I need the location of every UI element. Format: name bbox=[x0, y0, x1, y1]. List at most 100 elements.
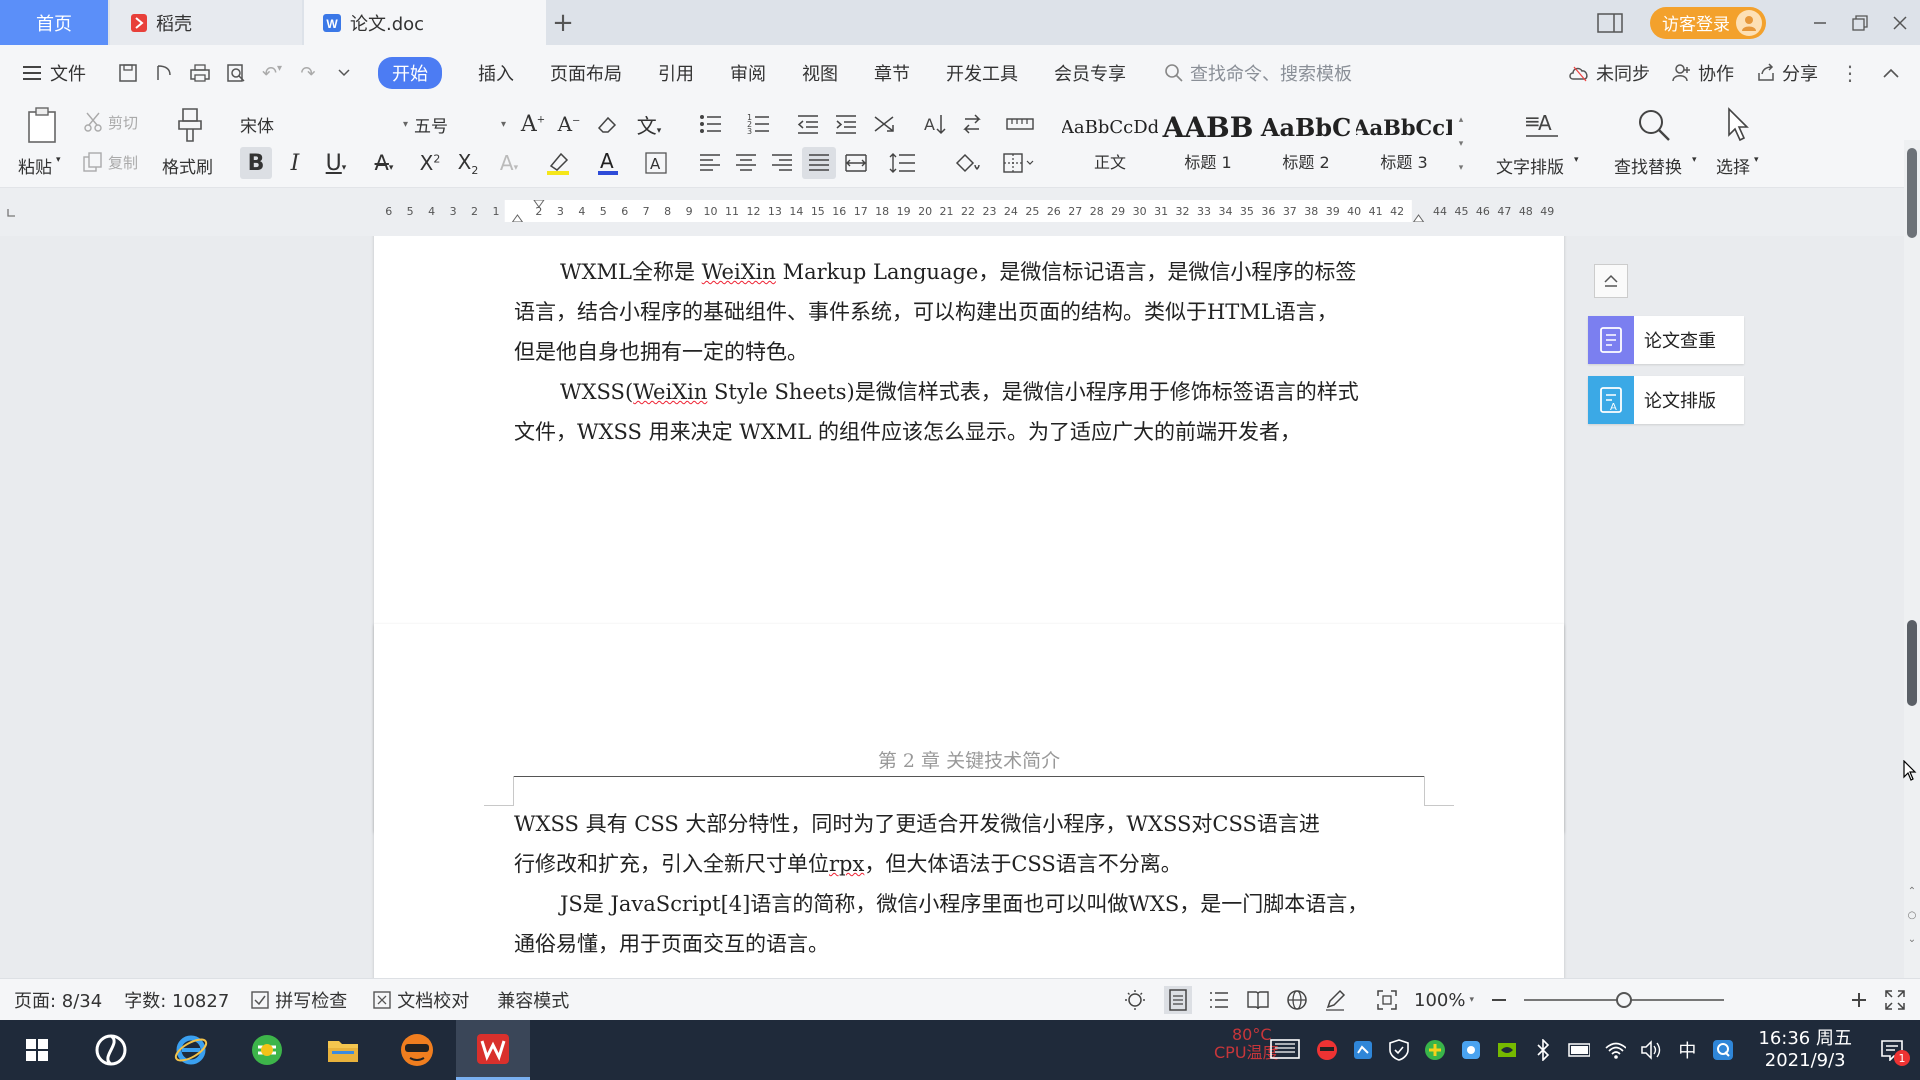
tray-plus-app-icon[interactable] bbox=[1424, 1039, 1446, 1061]
paragraph-wxml[interactable]: WXML全称是 WeiXin Markup Language，是微信标记语言，是… bbox=[514, 252, 1424, 372]
sync-status-button[interactable]: 未同步 bbox=[1568, 60, 1650, 86]
align-right-button[interactable] bbox=[766, 147, 798, 179]
tab-daoke[interactable]: 稻壳 bbox=[110, 0, 302, 45]
ruler-scale[interactable]: 6 5 4 3 2 1 2 3 4 5 6 7 8 9 10 11 12 13 14 15 16 17 18 19 20 21 22… bbox=[378, 200, 1558, 222]
zoom-out-button[interactable] bbox=[1490, 991, 1508, 1009]
justify-button[interactable] bbox=[802, 147, 836, 179]
font-name-select[interactable]: 宋体 ▾ bbox=[240, 109, 408, 139]
taskbar-ie[interactable] bbox=[154, 1020, 228, 1080]
menu-tab-developer[interactable]: 开发工具 bbox=[928, 60, 1036, 86]
zoom-in-button[interactable] bbox=[1850, 991, 1868, 1009]
customize-toolbar-button[interactable] bbox=[326, 68, 362, 78]
page-view-button[interactable] bbox=[1164, 986, 1192, 1014]
thesis-format-button[interactable]: A 论文排版 bbox=[1588, 376, 1744, 424]
font-size-select[interactable]: 五号 ▾ bbox=[414, 109, 506, 139]
paragraph-wxss-features[interactable]: WXSS 具有 CSS 大部分特性，同时为了更适合开发微信小程序，WXSS对CS… bbox=[514, 804, 1424, 884]
notification-center-button[interactable]: 1 bbox=[1872, 1030, 1912, 1070]
show-hide-marks-button[interactable] bbox=[956, 109, 996, 139]
shading-button[interactable] bbox=[948, 147, 988, 179]
increase-indent-button[interactable] bbox=[830, 109, 862, 139]
taskbar-file-explorer[interactable] bbox=[306, 1020, 380, 1080]
find-replace-button[interactable] bbox=[1634, 105, 1674, 145]
collaborate-button[interactable]: 协作 bbox=[1672, 60, 1734, 86]
output-pdf-button[interactable] bbox=[146, 63, 182, 83]
tray-nvidia-icon[interactable] bbox=[1496, 1039, 1518, 1061]
zoom-slider-knob[interactable] bbox=[1616, 992, 1632, 1008]
text-direction-button[interactable] bbox=[868, 109, 908, 139]
superscript-button[interactable]: X2 bbox=[414, 147, 446, 179]
undo-button[interactable]: ↶ ▾ bbox=[254, 63, 290, 84]
sidebar-toggle-button[interactable] bbox=[1590, 0, 1630, 45]
strikethrough-button[interactable]: A▾ bbox=[364, 147, 404, 179]
outline-view-button[interactable] bbox=[1208, 989, 1230, 1011]
style-normal[interactable]: AaBbCcDd 正文 bbox=[1062, 109, 1158, 179]
zoom-slider[interactable] bbox=[1524, 990, 1724, 1010]
tab-document[interactable]: W 论文.doc bbox=[304, 0, 546, 45]
menu-tab-insert[interactable]: 插入 bbox=[460, 60, 532, 86]
share-button[interactable]: 分享 bbox=[1756, 60, 1818, 86]
document-canvas[interactable]: WXML全称是 WeiXin Markup Language，是微信标记语言，是… bbox=[0, 236, 1904, 978]
text-effect-button[interactable]: A▾ bbox=[492, 147, 526, 179]
sort-button[interactable]: A bbox=[918, 109, 950, 139]
distribute-button[interactable] bbox=[840, 147, 872, 179]
highlight-color-button[interactable] bbox=[540, 147, 580, 179]
start-button[interactable] bbox=[0, 1020, 74, 1080]
font-color-button[interactable]: A bbox=[590, 147, 630, 179]
command-search[interactable]: 查找命令、搜索模板 bbox=[1164, 60, 1352, 86]
decrease-indent-button[interactable] bbox=[792, 109, 824, 139]
paragraph-js[interactable]: JS是 JavaScript[4]语言的简称，微信小程序里面也可以叫做WXS，是… bbox=[514, 884, 1424, 964]
volume-icon[interactable] bbox=[1640, 1039, 1662, 1061]
bold-button[interactable]: B bbox=[240, 147, 272, 179]
taskbar-360-browser[interactable] bbox=[230, 1020, 304, 1080]
tray-blue-app-icon[interactable] bbox=[1460, 1039, 1482, 1061]
clear-format-button[interactable] bbox=[592, 109, 622, 139]
scroll-select-object-button[interactable]: ○ bbox=[1904, 904, 1920, 926]
eye-protection-button[interactable] bbox=[1122, 989, 1148, 1011]
taskbar-wps-writer[interactable] bbox=[456, 1020, 530, 1080]
taskbar-app-face[interactable] bbox=[380, 1020, 454, 1080]
menu-tab-member[interactable]: 会员专享 bbox=[1036, 60, 1144, 86]
fullscreen-button[interactable] bbox=[1884, 989, 1906, 1011]
close-button[interactable] bbox=[1880, 0, 1920, 45]
menu-tab-chapter[interactable]: 章节 bbox=[856, 60, 928, 86]
vertical-scrollbar[interactable]: ⌃ ○ ⌄ bbox=[1904, 140, 1920, 978]
tray-mascot-icon[interactable] bbox=[1316, 1039, 1338, 1061]
cut-button[interactable]: 剪切 bbox=[82, 107, 138, 137]
menu-tab-references[interactable]: 引用 bbox=[640, 60, 712, 86]
menu-tab-start[interactable]: 开始 bbox=[378, 57, 442, 89]
file-menu[interactable]: 文件 bbox=[0, 60, 104, 86]
char-border-button[interactable]: A bbox=[640, 147, 672, 179]
style-heading-2[interactable]: AaBbC 标题 2 bbox=[1258, 109, 1354, 179]
right-indent-marker[interactable] bbox=[1412, 214, 1425, 222]
underline-button[interactable]: U▾ bbox=[316, 147, 356, 179]
print-preview-button[interactable] bbox=[218, 63, 254, 83]
scroll-page-down-button[interactable]: ⌄ bbox=[1904, 928, 1920, 950]
write-mode-button[interactable] bbox=[1324, 989, 1346, 1011]
visitor-login-button[interactable]: 访客登录 bbox=[1650, 6, 1766, 39]
menu-tab-review[interactable]: 审阅 bbox=[712, 60, 784, 86]
scrollbar-thumb[interactable] bbox=[1907, 620, 1917, 706]
wifi-icon[interactable] bbox=[1604, 1039, 1627, 1061]
paste-button[interactable] bbox=[22, 105, 64, 145]
style-gallery-scroll[interactable]: ▴ ▾ ▾ bbox=[1454, 113, 1468, 175]
format-painter-button[interactable] bbox=[170, 105, 210, 145]
line-spacing-button[interactable] bbox=[884, 147, 924, 179]
minimize-button[interactable] bbox=[1800, 0, 1840, 45]
plagiarism-check-button[interactable]: 论文查重 bbox=[1588, 316, 1744, 364]
style-heading-3[interactable]: AaBbCcI 标题 3 bbox=[1356, 109, 1452, 179]
collapse-ribbon-button[interactable] bbox=[1882, 67, 1900, 79]
zoom-select[interactable]: 100% ▾ bbox=[1414, 990, 1474, 1011]
proofread-button[interactable]: 文档校对 bbox=[373, 987, 469, 1013]
italic-button[interactable]: I bbox=[280, 147, 310, 179]
tray-shield-icon[interactable] bbox=[1388, 1039, 1410, 1061]
table-grid-button[interactable] bbox=[1004, 109, 1036, 139]
align-left-button[interactable] bbox=[694, 147, 726, 179]
style-heading-1[interactable]: AABB 标题 1 bbox=[1160, 109, 1256, 179]
grow-font-button[interactable]: A+ bbox=[518, 109, 548, 139]
navigation-thumb[interactable] bbox=[1907, 148, 1917, 238]
word-count[interactable]: 字数: 10827 bbox=[124, 987, 229, 1013]
save-button[interactable] bbox=[110, 63, 146, 83]
paragraph-wxss[interactable]: WXSS(WeiXin Style Sheets)是微信样式表，是微信小程序用于… bbox=[514, 372, 1424, 452]
scroll-page-up-button[interactable]: ⌃ bbox=[1904, 880, 1920, 902]
tray-q-app-icon[interactable] bbox=[1712, 1039, 1734, 1061]
